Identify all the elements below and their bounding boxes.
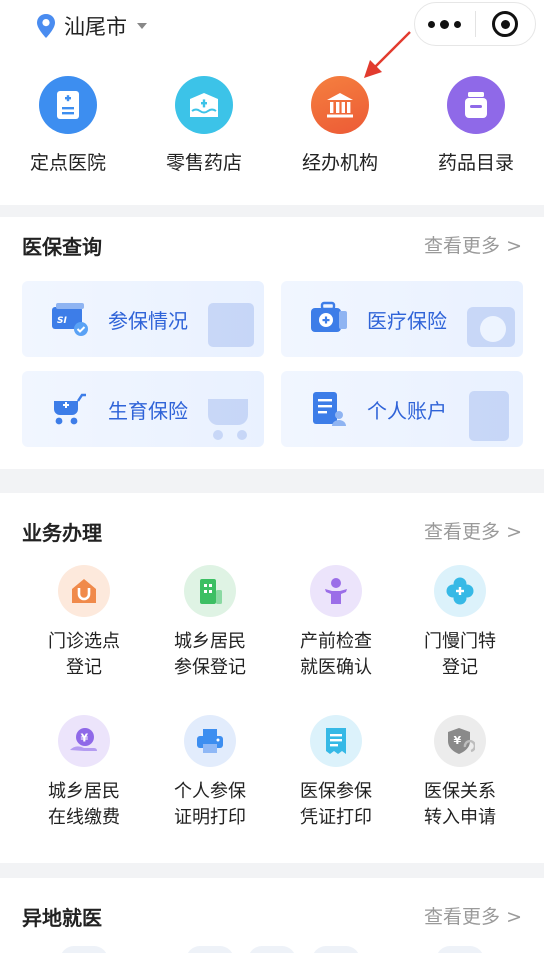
- nav-designated-hospital[interactable]: 定点医院: [0, 76, 136, 175]
- section-title: 异地就医: [22, 906, 102, 930]
- svc-label: 证明打印: [174, 807, 246, 828]
- more-dots-icon[interactable]: [415, 2, 475, 46]
- institution-icon: [311, 76, 369, 134]
- location-selector[interactable]: 汕尾市: [36, 12, 147, 40]
- header: 汕尾市 定点医院 零售药店 经办机构 药品目录: [0, 0, 544, 205]
- tile-maternity-insurance[interactable]: 生育保险: [22, 371, 264, 447]
- pharmacy-icon: [175, 76, 233, 134]
- hospital-icon: [39, 76, 97, 134]
- tile-label: 医疗保险: [367, 308, 447, 333]
- svc-chronic-disease[interactable]: 门慢门特 登记: [392, 565, 528, 681]
- svc-label: 门诊选点: [48, 631, 120, 652]
- top-nav: 定点医院 零售药店 经办机构 药品目录: [0, 76, 544, 175]
- clover-cross-icon: [434, 565, 486, 617]
- section-title: 业务办理: [22, 521, 102, 545]
- svc-label: 个人参保: [174, 781, 246, 802]
- tile-label: 个人账户: [367, 398, 447, 423]
- tile-insurance-status[interactable]: SI 参保情况: [22, 281, 264, 357]
- medical-kit-icon: [311, 301, 347, 332]
- svc-label: 门慢门特: [424, 631, 496, 652]
- stroller-watermark-icon: [208, 399, 248, 440]
- tile-label: 生育保险: [108, 398, 188, 423]
- insurance-card-watermark-icon: [208, 303, 254, 347]
- svc-label: 医保参保: [300, 781, 372, 802]
- nav-label: 零售药店: [165, 152, 242, 174]
- insurance-card-icon: SI: [52, 303, 88, 336]
- yuan-hand-icon: ¥: [58, 715, 110, 767]
- svg-text:¥: ¥: [454, 734, 462, 747]
- next-row-icons-peek: [0, 940, 544, 953]
- medicine-jar-icon: [447, 76, 505, 134]
- section-title: 医保查询: [22, 235, 102, 259]
- mini-program-capsule: [414, 2, 536, 46]
- svc-resident-enrollment[interactable]: 城乡居民 参保登记: [142, 565, 278, 681]
- svc-label: 在线缴费: [48, 807, 120, 828]
- nav-label: 药品目录: [437, 152, 514, 174]
- business-section: 业务办理 查看更多 > 门诊选点 登记 城乡居民 参保登记 产前检查 就医确认: [0, 493, 544, 863]
- svc-label: 就医确认: [300, 657, 372, 678]
- view-more-link[interactable]: 查看更多 >: [424, 517, 522, 544]
- svc-label: 登记: [66, 657, 102, 678]
- svc-label: 医保关系: [424, 781, 496, 802]
- nav-label: 经办机构: [301, 152, 378, 174]
- child-icon: [310, 565, 362, 617]
- chevron-down-icon: [137, 23, 147, 29]
- nav-retail-pharmacy[interactable]: 零售药店: [136, 76, 272, 175]
- svc-prenatal-check[interactable]: 产前检查 就医确认: [268, 565, 404, 681]
- svc-label: 凭证打印: [300, 807, 372, 828]
- view-more-link[interactable]: 查看更多 >: [424, 231, 522, 258]
- svc-label: 参保登记: [174, 657, 246, 678]
- clinic-house-icon: [58, 565, 110, 617]
- svc-outpatient-registration[interactable]: 门诊选点 登记: [16, 565, 152, 681]
- medical-kit-watermark-icon: [467, 307, 515, 347]
- svc-transfer-in-application[interactable]: ¥ 医保关系 转入申请: [392, 715, 528, 831]
- query-tiles: SI 参保情况 医疗保险 生育保险 个人账户: [22, 281, 523, 449]
- stroller-icon: [54, 393, 86, 425]
- target-close-icon[interactable]: [475, 2, 535, 46]
- svc-personal-cert-print[interactable]: 个人参保 证明打印: [142, 715, 278, 831]
- svc-label: 产前检查: [300, 631, 372, 652]
- svc-label: 城乡居民: [48, 781, 120, 802]
- city-name: 汕尾市: [64, 15, 127, 39]
- svc-label: 转入申请: [424, 807, 496, 828]
- view-more-link[interactable]: 查看更多 >: [424, 902, 522, 929]
- svc-online-payment[interactable]: ¥ 城乡居民 在线缴费: [16, 715, 152, 831]
- svg-text:SI: SI: [57, 316, 67, 326]
- printer-icon: [184, 715, 236, 767]
- svc-label: 城乡居民: [174, 631, 246, 652]
- insurance-query-section: 医保查询 查看更多 > SI 参保情况 医疗保险 生育保险 个人账户: [0, 217, 544, 469]
- svg-text:¥: ¥: [81, 732, 89, 745]
- account-doc-icon: [313, 392, 346, 426]
- nav-drug-catalog[interactable]: 药品目录: [408, 76, 544, 175]
- svc-voucher-print[interactable]: 医保参保 凭证打印: [268, 715, 404, 831]
- tile-label: 参保情况: [108, 308, 188, 333]
- tile-medical-insurance[interactable]: 医疗保险: [281, 281, 523, 357]
- nav-label: 定点医院: [29, 152, 106, 174]
- receipt-icon: [310, 715, 362, 767]
- location-pin-icon: [37, 14, 55, 38]
- tile-personal-account[interactable]: 个人账户: [281, 371, 523, 447]
- building-icon: [184, 565, 236, 617]
- nav-agency[interactable]: 经办机构: [272, 76, 408, 175]
- yuan-shield-icon: ¥: [434, 715, 486, 767]
- svc-label: 登记: [442, 657, 478, 678]
- account-doc-watermark-icon: [469, 391, 509, 441]
